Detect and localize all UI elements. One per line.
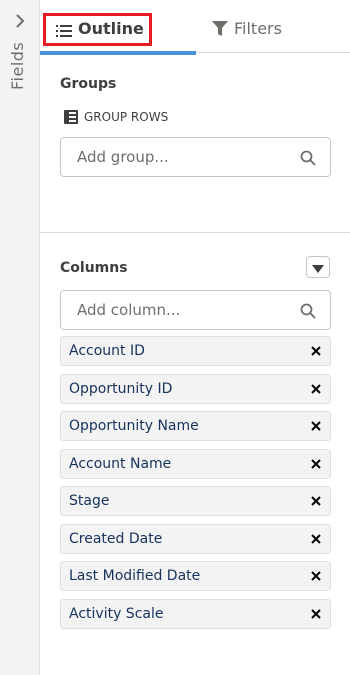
close-icon[interactable] [310, 345, 322, 357]
column-chip[interactable]: Opportunity Name [60, 411, 331, 441]
add-column-field[interactable] [60, 290, 331, 330]
column-name: Opportunity ID [69, 380, 173, 397]
close-icon[interactable] [310, 495, 322, 507]
close-icon[interactable] [310, 458, 322, 470]
columns-title: Columns [60, 260, 128, 276]
filter-funnel-icon [212, 21, 228, 41]
search-icon [300, 150, 316, 170]
fields-rail-label[interactable]: Fields [8, 42, 27, 90]
close-icon[interactable] [310, 608, 322, 620]
group-rows-label: GROUP ROWS [84, 110, 169, 124]
section-divider [40, 232, 350, 233]
column-chip[interactable]: Last Modified Date [60, 561, 331, 591]
column-name: Stage [69, 493, 110, 509]
groups-title: Groups [60, 76, 117, 92]
columns-menu-button[interactable] [306, 256, 330, 278]
tab-filters-label: Filters [234, 19, 282, 38]
column-chip[interactable]: Activity Scale [60, 598, 331, 629]
column-name: Opportunity Name [69, 418, 199, 434]
fields-rail[interactable]: Fields [0, 0, 40, 675]
column-chip[interactable]: Stage [60, 486, 331, 516]
column-chip[interactable]: Opportunity ID [60, 373, 331, 404]
outline-panel: Outline Filters Groups GROUP ROWS Add gr… [40, 0, 350, 675]
close-icon[interactable] [310, 383, 322, 395]
column-chip[interactable]: Account ID [60, 336, 331, 366]
column-name: Account ID [69, 343, 145, 359]
add-column-input[interactable] [61, 291, 330, 329]
column-chip[interactable]: Created Date [60, 523, 331, 554]
column-list: Account ID Opportunity ID Opportunity Na… [60, 336, 331, 636]
tab-outline[interactable]: Outline [40, 0, 196, 55]
panel-tabs: Outline Filters [40, 0, 350, 55]
close-icon[interactable] [310, 533, 322, 545]
add-group-field[interactable] [60, 137, 331, 177]
search-icon [300, 303, 316, 323]
add-group-input[interactable] [61, 138, 330, 176]
table-rows-icon [64, 110, 78, 124]
column-name: Last Modified Date [69, 568, 201, 584]
group-rows-label-row: GROUP ROWS [64, 110, 168, 124]
chevron-right-icon[interactable] [14, 13, 26, 29]
column-chip[interactable]: Account Name [60, 448, 331, 479]
list-icon [56, 22, 72, 41]
caret-down-icon [312, 258, 324, 277]
close-icon[interactable] [310, 420, 322, 432]
tab-outline-label: Outline [78, 19, 144, 38]
column-name: Account Name [69, 455, 172, 472]
close-icon[interactable] [310, 570, 322, 582]
column-name: Activity Scale [69, 605, 164, 622]
tab-filters[interactable]: Filters [196, 0, 350, 53]
column-name: Created Date [69, 530, 163, 547]
active-tab-indicator [40, 51, 196, 55]
